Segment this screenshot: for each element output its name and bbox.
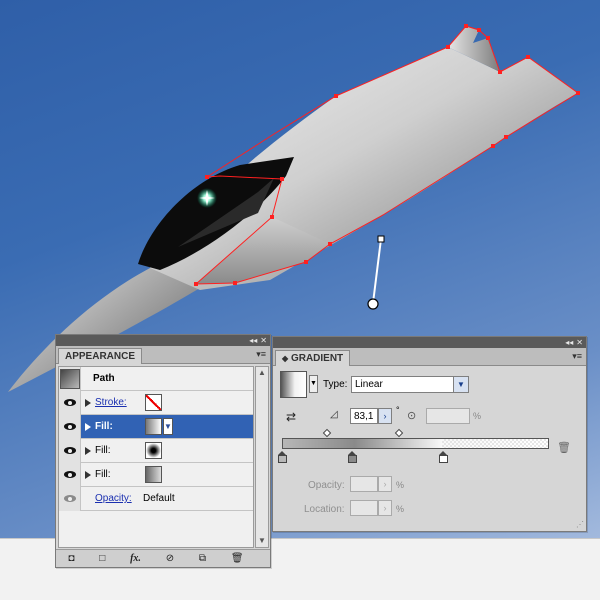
opacity-dropdown-button[interactable]: › xyxy=(378,476,392,492)
resize-grip-icon[interactable]: ⋰ xyxy=(576,520,584,529)
reverse-gradient-icon[interactable]: ⇄ xyxy=(286,410,296,424)
stroke-none-swatch[interactable] xyxy=(145,394,162,411)
aspect-ratio-icon: ⊙ xyxy=(407,410,417,422)
expand-triangle-icon[interactable] xyxy=(85,422,91,431)
type-label: Type: xyxy=(323,379,348,390)
collapse-icon[interactable]: ◂◂ xyxy=(249,336,257,345)
location-percent: % xyxy=(396,504,405,514)
tab-arrows-icon: ◆ xyxy=(282,354,289,363)
close-icon[interactable]: ✕ xyxy=(260,336,267,345)
path-row[interactable]: Path xyxy=(59,366,253,391)
chevron-down-icon[interactable]: ▼ xyxy=(453,377,468,392)
tab-appearance[interactable]: APPEARANCE xyxy=(58,348,143,364)
swatch-dropdown-button[interactable]: ▼ xyxy=(163,418,173,435)
stroke-label[interactable]: Stroke: xyxy=(95,397,135,408)
fx-icon[interactable]: fx. xyxy=(130,553,141,564)
expand-triangle-icon[interactable] xyxy=(85,470,91,479)
tab-gradient-label: GRADIENT xyxy=(290,353,344,364)
aspect-ratio-input[interactable] xyxy=(426,408,470,424)
opacity-label: Opacity: xyxy=(308,480,345,491)
degree-symbol: ° xyxy=(396,405,400,415)
appearance-list: Path Stroke: Fill: ▼ Fill: Fill: Opacity… xyxy=(58,366,254,548)
gradient-annotator-end xyxy=(377,235,385,243)
fill-radial-swatch[interactable] xyxy=(145,442,162,459)
opacity-value: Default xyxy=(143,493,175,504)
clear-appearance-icon[interactable]: □ xyxy=(99,553,105,564)
visibility-toggle[interactable] xyxy=(59,438,81,463)
fill-label[interactable]: Fill: xyxy=(95,421,135,432)
location-dropdown-button[interactable]: › xyxy=(378,500,392,516)
visibility-toggle[interactable] xyxy=(59,462,81,487)
visibility-toggle[interactable] xyxy=(59,390,81,415)
path-thumb-cell xyxy=(59,366,81,391)
scroll-down-icon[interactable]: ▼ xyxy=(256,535,268,547)
gradient-stop[interactable] xyxy=(348,451,357,463)
gradient-ramp[interactable] xyxy=(282,438,549,449)
angle-icon: ◿ xyxy=(330,409,338,420)
opacity-label[interactable]: Opacity: xyxy=(95,493,137,504)
fill-gradient-swatch[interactable] xyxy=(145,418,162,435)
collapse-icon[interactable]: ◂◂ xyxy=(565,338,573,347)
gradient-stop[interactable] xyxy=(439,451,448,463)
eye-icon xyxy=(63,399,76,406)
gradient-titlebar[interactable]: ◂◂ ✕ xyxy=(273,337,586,348)
panel-menu-icon[interactable]: ▾≡ xyxy=(572,351,582,362)
tab-gradient[interactable]: ◆ GRADIENT xyxy=(275,350,351,366)
add-new-layer-icon[interactable]: ◘ xyxy=(68,553,74,564)
appearance-titlebar[interactable]: ◂◂ ✕ xyxy=(56,335,270,346)
gradient-type-value: Linear xyxy=(355,379,383,390)
fill-label[interactable]: Fill: xyxy=(95,469,135,480)
expand-triangle-icon[interactable] xyxy=(85,446,91,455)
aspect-percent: % xyxy=(473,411,482,421)
opacity-row[interactable]: Opacity: Default xyxy=(59,486,253,511)
eye-icon xyxy=(63,447,76,454)
eye-icon xyxy=(63,495,76,502)
angle-input[interactable]: 83,1 xyxy=(350,408,378,424)
scroll-up-icon[interactable]: ▲ xyxy=(256,367,268,379)
eye-icon xyxy=(63,471,76,478)
appearance-panel: ◂◂ ✕ APPEARANCE ▾≡ Path Stroke: Fill: ▼ xyxy=(55,334,271,568)
location-label: Location: xyxy=(304,504,345,515)
appearance-scrollbar[interactable]: ▲ ▼ xyxy=(255,366,269,548)
stroke-row[interactable]: Stroke: xyxy=(59,390,253,415)
panel-menu-icon[interactable]: ▾≡ xyxy=(256,349,266,360)
opacity-input[interactable] xyxy=(350,476,378,492)
fill-grey-swatch[interactable] xyxy=(145,466,162,483)
visibility-toggle[interactable] xyxy=(59,486,81,511)
expand-triangle-icon[interactable] xyxy=(85,398,91,407)
gradient-midpoint[interactable] xyxy=(394,428,404,438)
visibility-toggle[interactable] xyxy=(59,414,81,439)
gradient-type-select[interactable]: Linear ▼ xyxy=(351,376,469,393)
path-thumbnail xyxy=(60,368,80,389)
gradient-library-dropdown[interactable]: ▼ xyxy=(309,375,318,393)
gradient-annotator-origin xyxy=(367,298,379,310)
fill-row[interactable]: Fill: xyxy=(59,462,253,487)
opacity-percent: % xyxy=(396,480,405,490)
appearance-footer: ◘ □ fx. ⊘ ⧉ 🗑 xyxy=(56,549,270,567)
appearance-tab-row: APPEARANCE ▾≡ xyxy=(56,346,270,364)
path-label: Path xyxy=(93,373,115,384)
gradient-annotator-line xyxy=(372,238,382,304)
location-input[interactable] xyxy=(350,500,378,516)
no-icon[interactable]: ⊘ xyxy=(166,553,174,564)
gradient-stop[interactable] xyxy=(278,451,287,463)
delete-stop-icon[interactable]: 🗑 xyxy=(557,441,571,454)
eye-icon xyxy=(63,423,76,430)
fill-row[interactable]: Fill: xyxy=(59,438,253,463)
close-icon[interactable]: ✕ xyxy=(576,338,583,347)
gradient-thumbnail[interactable] xyxy=(280,371,307,398)
duplicate-item-icon[interactable]: ⧉ xyxy=(199,553,206,564)
fill-row-selected[interactable]: Fill: ▼ xyxy=(59,414,253,439)
fill-label[interactable]: Fill: xyxy=(95,445,135,456)
gradient-tab-row: ◆ GRADIENT ▾≡ xyxy=(273,348,586,366)
trash-icon[interactable]: 🗑 xyxy=(231,553,244,564)
gradient-panel: ◂◂ ✕ ◆ GRADIENT ▾≡ ▼ Type: Linear ▼ ⇄ ◿ … xyxy=(272,336,587,532)
angle-dropdown-button[interactable]: › xyxy=(378,408,392,424)
gradient-midpoint[interactable] xyxy=(322,428,332,438)
